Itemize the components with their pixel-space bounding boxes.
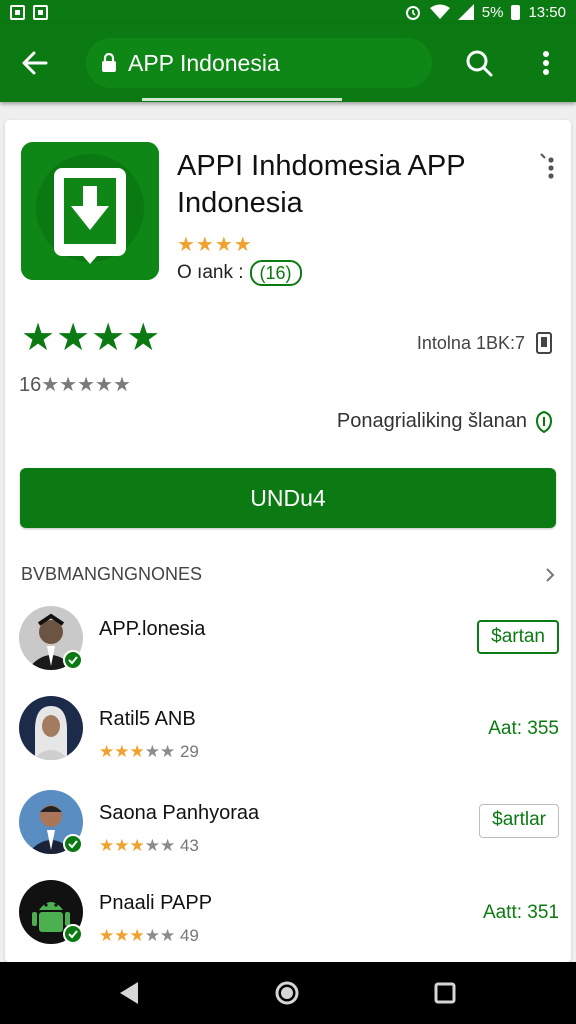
list-item-rating-value: 43 bbox=[179, 836, 199, 855]
shield-icon bbox=[535, 410, 553, 433]
nav-home-icon[interactable] bbox=[274, 980, 300, 1006]
list-item-right-text: Aatt: 351 bbox=[482, 902, 559, 923]
section-header[interactable]: BVBMANGNGNONES bbox=[21, 564, 557, 585]
list-item-rating: ★★★★★ 43 bbox=[99, 836, 199, 855]
list-item-rating: ★★★★★ 29 bbox=[99, 742, 199, 761]
back-arrow-icon[interactable] bbox=[18, 46, 52, 80]
permissions-row[interactable]: Ponagrialiking šlanan bbox=[337, 410, 553, 433]
list-item-rating: ★★★★★ 49 bbox=[99, 926, 199, 945]
verified-badge-icon bbox=[63, 924, 83, 944]
search-bar[interactable]: APP Indonesia bbox=[86, 38, 432, 88]
list-item-name: Saona Panhyoraa bbox=[99, 802, 260, 824]
search-query-text: APP Indonesia bbox=[128, 49, 280, 76]
rating-stars-large: ★★★★ bbox=[21, 317, 162, 359]
alarm-icon bbox=[405, 6, 420, 20]
meta-text: Intolna 1BK:7 bbox=[416, 332, 525, 353]
clock: 13:50 bbox=[528, 3, 566, 21]
list-item-right-text: Aat: 355 bbox=[488, 718, 559, 739]
list-item-action-button[interactable]: $artan bbox=[477, 620, 559, 654]
verified-badge-icon bbox=[63, 834, 83, 854]
list-item-rating-value: 29 bbox=[179, 742, 199, 761]
battery-icon bbox=[511, 4, 521, 20]
signal-icon bbox=[457, 4, 474, 20]
section-title: BVBMANGNGNONES bbox=[21, 564, 203, 584]
rating-count-stars: ★★★★★ bbox=[41, 374, 131, 396]
wifi-icon bbox=[429, 4, 450, 19]
download-button[interactable]: UNDu4 bbox=[20, 468, 556, 528]
rating-count-number: 16 bbox=[19, 374, 42, 396]
list-item-rating-value: 49 bbox=[179, 926, 199, 945]
top-app-bar: APP Indonesia bbox=[0, 24, 576, 102]
screenshot-notification-icon bbox=[33, 4, 48, 20]
verified-badge-icon bbox=[63, 650, 83, 670]
chevron-right-icon bbox=[546, 567, 555, 582]
list-item-name: Pnaali PAPP bbox=[99, 892, 213, 914]
lock-icon bbox=[102, 53, 116, 72]
list-item[interactable]: Pnaali PAPP ★★★★★ 49 Aatt: 351 bbox=[19, 880, 559, 960]
app-meta-info: Intolna 1BK:7 bbox=[417, 332, 553, 354]
nav-recents-icon[interactable] bbox=[434, 982, 456, 1004]
list-item[interactable]: APP.lonesia $artan bbox=[19, 606, 559, 686]
app-star-rating: ★★★★ bbox=[177, 234, 253, 256]
list-item-name: APP.lonesia bbox=[99, 618, 206, 640]
list-item[interactable]: Ratil5 ANB ★★★★★ 29 Aat: 355 bbox=[19, 696, 559, 776]
more-vert-icon[interactable] bbox=[534, 46, 558, 80]
permissions-text: Ponagrialiking šlanan bbox=[336, 410, 527, 432]
status-bar: 5% 13:50 bbox=[0, 0, 576, 24]
app-detail-card: APPI Inhdomesia APP Indonesia ★★★★ O ıan… bbox=[5, 120, 571, 962]
system-navigation-bar bbox=[0, 962, 576, 1024]
rank-row: O ıank : (16) bbox=[177, 260, 302, 286]
device-icon bbox=[536, 332, 552, 354]
app-icon[interactable] bbox=[21, 142, 159, 280]
app-title: APPI Inhdomesia APP Indonesia bbox=[177, 150, 466, 219]
avatar bbox=[19, 696, 83, 760]
download-app-logo-icon bbox=[21, 142, 159, 280]
battery-percent: 5% bbox=[481, 3, 504, 21]
rank-label: O ıank : bbox=[177, 262, 244, 283]
list-item[interactable]: Saona Panhyoraa ★★★★★ 43 $artlar bbox=[19, 790, 559, 870]
card-more-vert-icon[interactable] bbox=[537, 152, 561, 182]
nav-back-icon[interactable] bbox=[118, 980, 140, 1006]
rank-badge: (16) bbox=[249, 260, 302, 286]
search-icon[interactable] bbox=[462, 46, 496, 80]
list-item-action-button[interactable]: $artlar bbox=[479, 804, 559, 838]
gallery-notification-icon bbox=[10, 4, 25, 20]
rating-count: 16★★★★★ bbox=[19, 372, 131, 397]
tab-indicator bbox=[142, 98, 342, 101]
list-item-name: Ratil5 ANB bbox=[99, 708, 196, 730]
